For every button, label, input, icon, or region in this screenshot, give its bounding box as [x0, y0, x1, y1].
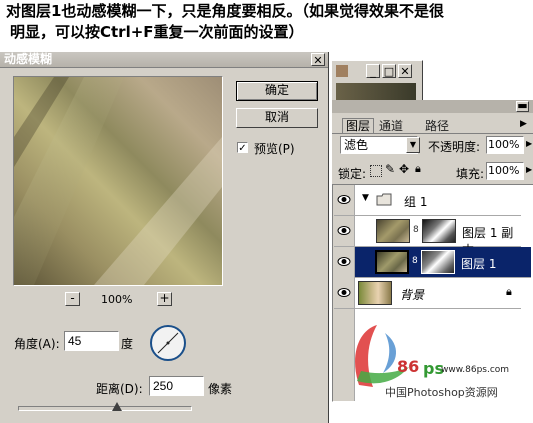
tab-channels[interactable]: 通道	[374, 119, 408, 133]
blur-preview[interactable]	[13, 76, 223, 286]
blend-mode-value: 滤色	[344, 138, 369, 152]
chain-icon[interactable]: 8	[413, 225, 419, 235]
chain-icon[interactable]: 8	[412, 256, 418, 266]
fill-arrow-icon[interactable]: ▶	[526, 165, 532, 174]
panel-minimize-button[interactable]: ▬	[516, 100, 529, 112]
angle-dial[interactable]	[149, 324, 187, 362]
angle-label: 角度(A):	[14, 337, 60, 351]
panel-menu-icon[interactable]: ▶	[520, 119, 527, 129]
layer-thumbnail	[376, 219, 410, 243]
dialog-close-button[interactable]: ✕	[311, 53, 325, 67]
lock-transparent-icon[interactable]	[370, 165, 382, 177]
caption-line-2: 明显，可以按Ctrl+F重复一次前面的设置）	[10, 23, 304, 41]
close-button[interactable]: ✕	[398, 64, 412, 78]
layer-name: 图层 1	[461, 257, 497, 271]
check-icon: ✓	[238, 143, 247, 154]
dialog-title: 动感模糊	[4, 52, 53, 66]
zoom-out-button[interactable]: -	[65, 292, 80, 306]
blend-mode-dropdown-button[interactable]: ▼	[406, 137, 420, 153]
minimize-button[interactable]: _	[366, 64, 380, 78]
eye-icon[interactable]	[337, 255, 351, 268]
tab-paths[interactable]: 路径	[420, 119, 454, 133]
zoom-value: 100%	[101, 293, 133, 306]
caption-line-1: 对图层1也动感模糊一下，只是角度要相反。（如果觉得效果不是很	[6, 2, 444, 20]
preview-label: 预览(P)	[254, 142, 295, 156]
layer-row-layer1-copy[interactable]: 8 图层 1 副本	[334, 216, 521, 257]
ok-button[interactable]: 确定	[236, 81, 318, 101]
preview-checkbox[interactable]: ✓	[237, 142, 248, 154]
watermark-site: 中国Photoshop资源网	[385, 386, 498, 399]
opacity-input[interactable]: 100%	[486, 136, 524, 154]
lock-move-icon[interactable]: ✥	[399, 162, 409, 176]
distance-label: 距离(D):	[96, 382, 143, 396]
layer-row-group[interactable]: ▼ 组 1	[334, 185, 521, 216]
panel-titlebar: ▬	[332, 100, 533, 113]
layer-row-layer1[interactable]: 8 图层 1	[355, 247, 531, 278]
tab-layers[interactable]: 图层	[342, 118, 374, 134]
eye-icon[interactable]	[337, 286, 351, 299]
tab-divider	[332, 133, 533, 134]
layer-list: ▼ 组 1 8 图层 1 副本 8 图层 1 背景 🔒︎	[332, 184, 533, 402]
fill-input[interactable]: 100%	[486, 162, 524, 180]
watermark-logo	[355, 325, 409, 387]
watermark-86: 86	[397, 357, 420, 376]
layer-mask-thumbnail	[421, 250, 455, 274]
distance-slider-track[interactable]	[18, 406, 192, 411]
eye-icon[interactable]	[337, 224, 351, 237]
angle-unit: 度	[121, 337, 134, 351]
preview-image	[14, 77, 222, 285]
layers-panel: ▬ 图层 通道 路径 ▶ 滤色 ▼ 不透明度: 100% ▶ 锁定: ✎ ✥ 🔒…	[331, 100, 533, 402]
layer-name: 组 1	[404, 195, 428, 209]
lock-all-icon[interactable]: 🔒︎	[415, 162, 421, 176]
angle-input[interactable]	[64, 331, 119, 351]
eye-icon[interactable]	[337, 193, 351, 206]
layer-mask-thumbnail	[422, 219, 456, 243]
distance-input[interactable]	[149, 376, 204, 396]
watermark-url: www.86ps.com	[441, 365, 510, 375]
opacity-arrow-icon[interactable]: ▶	[526, 139, 532, 148]
distance-unit: 像素	[208, 382, 233, 396]
cancel-button[interactable]: 取消	[236, 108, 318, 128]
folder-icon	[376, 193, 392, 206]
distance-slider-thumb[interactable]	[112, 402, 122, 411]
opacity-label: 不透明度:	[428, 140, 481, 154]
expand-triangle-icon[interactable]: ▼	[362, 193, 369, 203]
layer-name: 背景	[400, 288, 425, 302]
dialog-titlebar: 动感模糊 ✕	[0, 52, 328, 68]
maximize-button[interactable]: □	[382, 64, 396, 78]
layer-thumbnail	[358, 281, 392, 305]
lock-label: 锁定:	[338, 167, 367, 181]
zoom-in-button[interactable]: +	[157, 292, 172, 306]
layer-thumbnail	[375, 250, 409, 274]
chevron-down-icon: ▼	[409, 140, 417, 149]
document-icon	[336, 65, 348, 77]
close-icon: ✕	[313, 54, 323, 67]
motion-blur-dialog: 动感模糊 ✕ - 100% + 确定 取消 ✓ 预览(P) 角度(A): 45 …	[0, 52, 329, 423]
layer-row-background[interactable]: 背景 🔒︎	[334, 278, 521, 309]
fill-label: 填充:	[456, 167, 485, 181]
lock-icon: 🔒︎	[506, 285, 512, 298]
lock-paint-icon[interactable]: ✎	[385, 162, 395, 176]
